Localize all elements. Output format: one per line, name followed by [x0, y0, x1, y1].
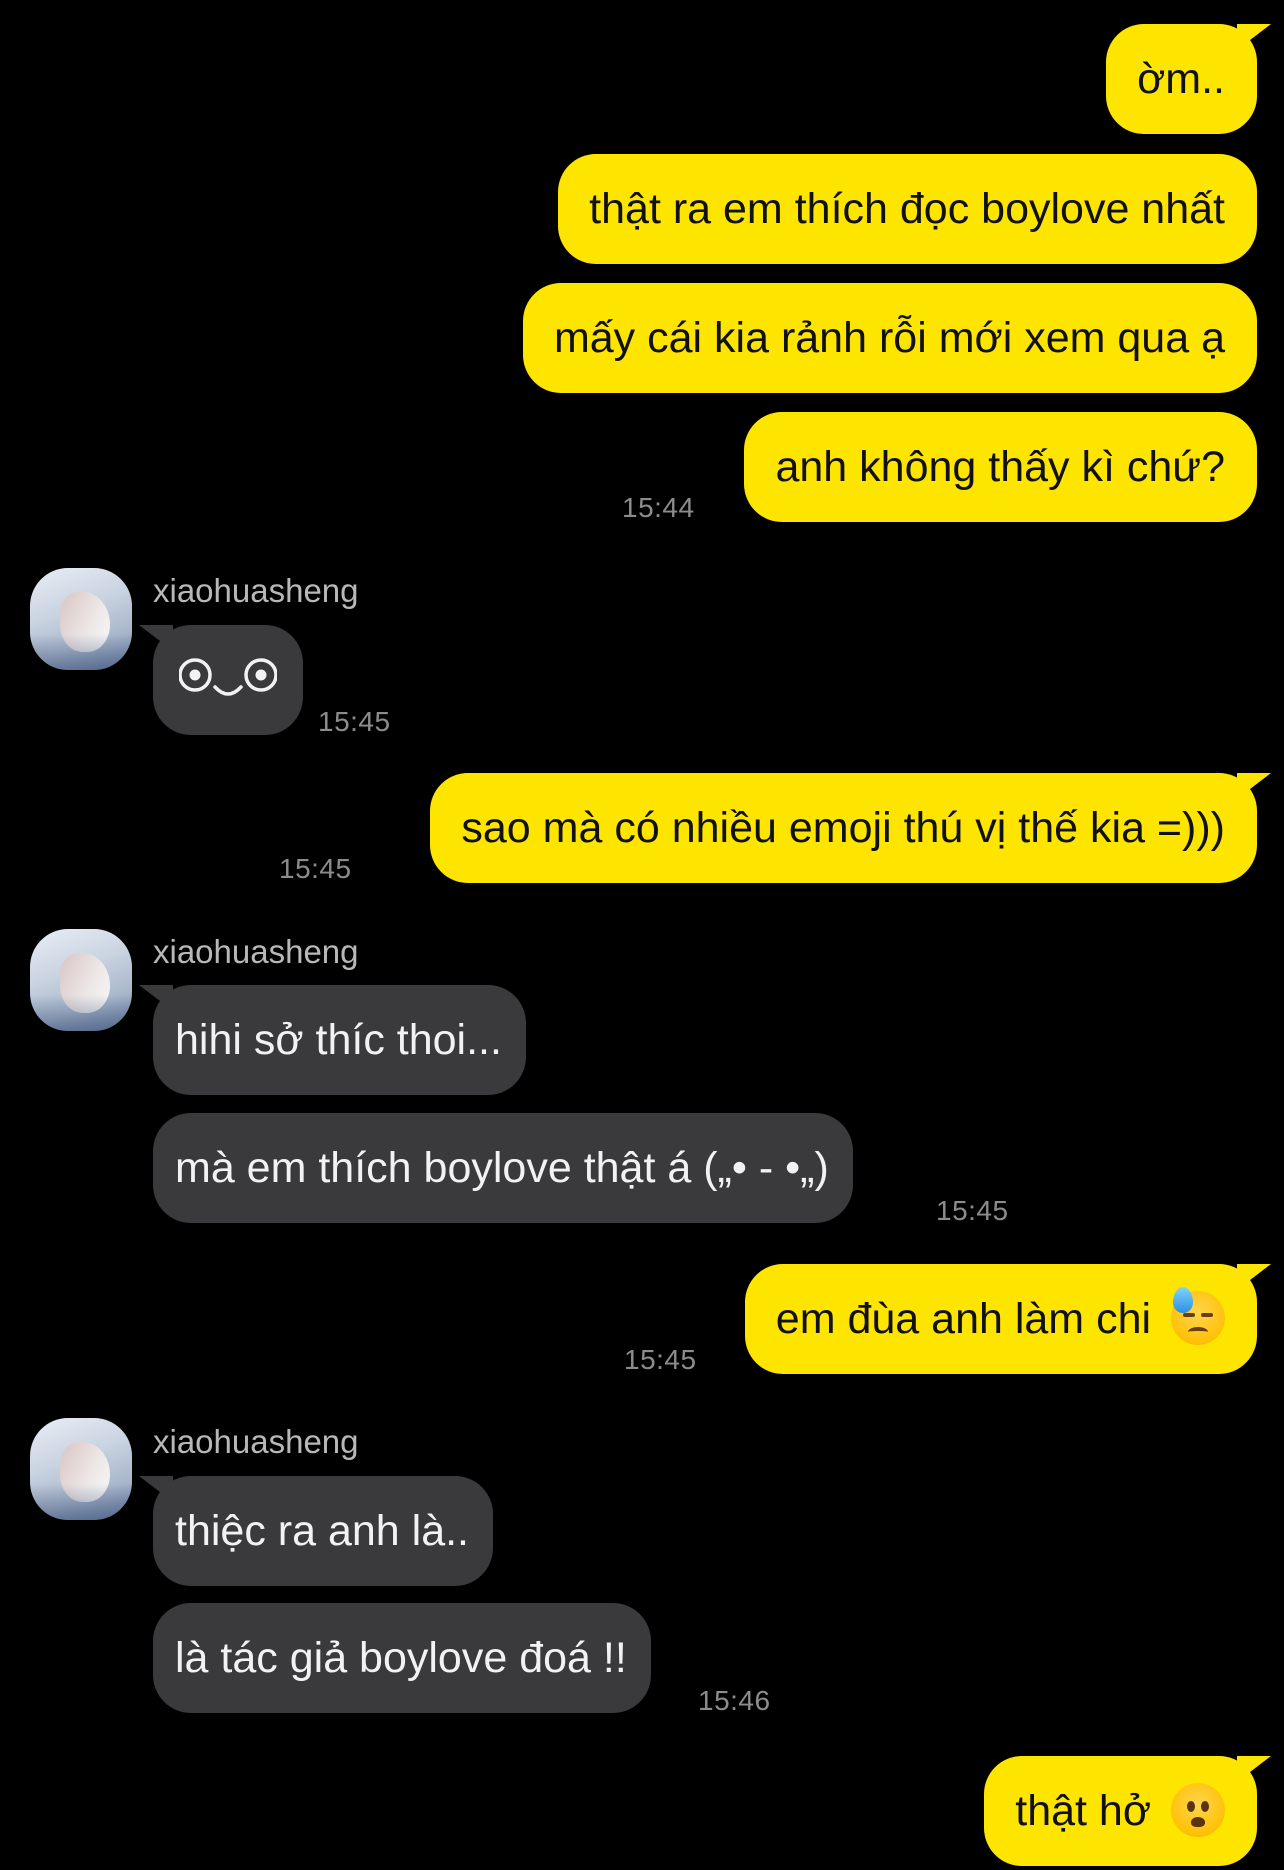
- contact-avatar[interactable]: [30, 1418, 132, 1520]
- my-message-bubble[interactable]: thật ra em thích đọc boylove nhất: [558, 154, 1257, 264]
- message-text: thật hở: [1015, 1787, 1152, 1835]
- sender-name: xiaohuasheng: [153, 933, 359, 970]
- my-message-bubble[interactable]: ờm..: [1106, 24, 1271, 134]
- message-timestamp: 15:45: [624, 1344, 697, 1375]
- downcast-sweat-face-icon: [1171, 1286, 1225, 1345]
- message-timestamp: 15:45: [318, 706, 391, 737]
- message-text: em đùa anh làm chi: [775, 1295, 1152, 1343]
- my-message-bubble[interactable]: em đùa anh làm chi: [744, 1264, 1272, 1374]
- message-text: mấy cái kia rảnh rỗi mới xem qua ạ: [553, 314, 1225, 362]
- message-text: mà em thích boylove thật á („• - •„): [175, 1144, 829, 1192]
- my-message-bubble[interactable]: mấy cái kia rảnh rỗi mới xem qua ạ: [522, 283, 1257, 393]
- contact-avatar[interactable]: [30, 568, 132, 670]
- smiling-kaomoji-icon: [179, 655, 277, 705]
- their-message-bubble[interactable]: thiệc ra anh là..: [138, 1476, 494, 1586]
- my-message-bubble[interactable]: sao mà có nhiều emoji thú vị thế kia =))…: [430, 773, 1271, 883]
- their-message-bubble[interactable]: mà em thích boylove thật á („• - •„): [153, 1113, 853, 1223]
- their-message-bubble[interactable]: là tác giả boylove đoá !!: [153, 1603, 651, 1713]
- message-text: thật ra em thích đọc boylove nhất: [589, 185, 1225, 233]
- my-message-bubble[interactable]: anh không thấy kì chứ?: [744, 412, 1257, 522]
- my-message-bubble[interactable]: thật hở: [984, 1756, 1271, 1866]
- sender-name: xiaohuasheng: [153, 1423, 359, 1460]
- contact-avatar[interactable]: [30, 929, 132, 1031]
- sender-name: xiaohuasheng: [153, 572, 359, 609]
- message-text: sao mà có nhiều emoji thú vị thế kia =))…: [461, 804, 1225, 852]
- message-text: anh không thấy kì chứ?: [775, 443, 1225, 491]
- frowning-open-mouth-face-icon: [1171, 1782, 1225, 1837]
- message-timestamp: 15:45: [279, 853, 352, 884]
- message-timestamp: 15:44: [622, 492, 695, 523]
- message-timestamp: 15:45: [936, 1195, 1009, 1226]
- message-text: ờm..: [1137, 55, 1225, 103]
- message-timestamp: 15:46: [698, 1685, 771, 1716]
- their-message-bubble[interactable]: hihi sở thíc thoi...: [139, 985, 526, 1095]
- chat-thread: ờm.. thật ra em thích đọc boylove nhất m…: [0, 0, 1284, 1870]
- message-text: là tác giả boylove đoá !!: [175, 1634, 627, 1682]
- their-message-bubble[interactable]: [139, 625, 303, 735]
- message-text: hihi sở thíc thoi...: [175, 1016, 502, 1064]
- message-text: thiệc ra anh là..: [175, 1507, 470, 1555]
